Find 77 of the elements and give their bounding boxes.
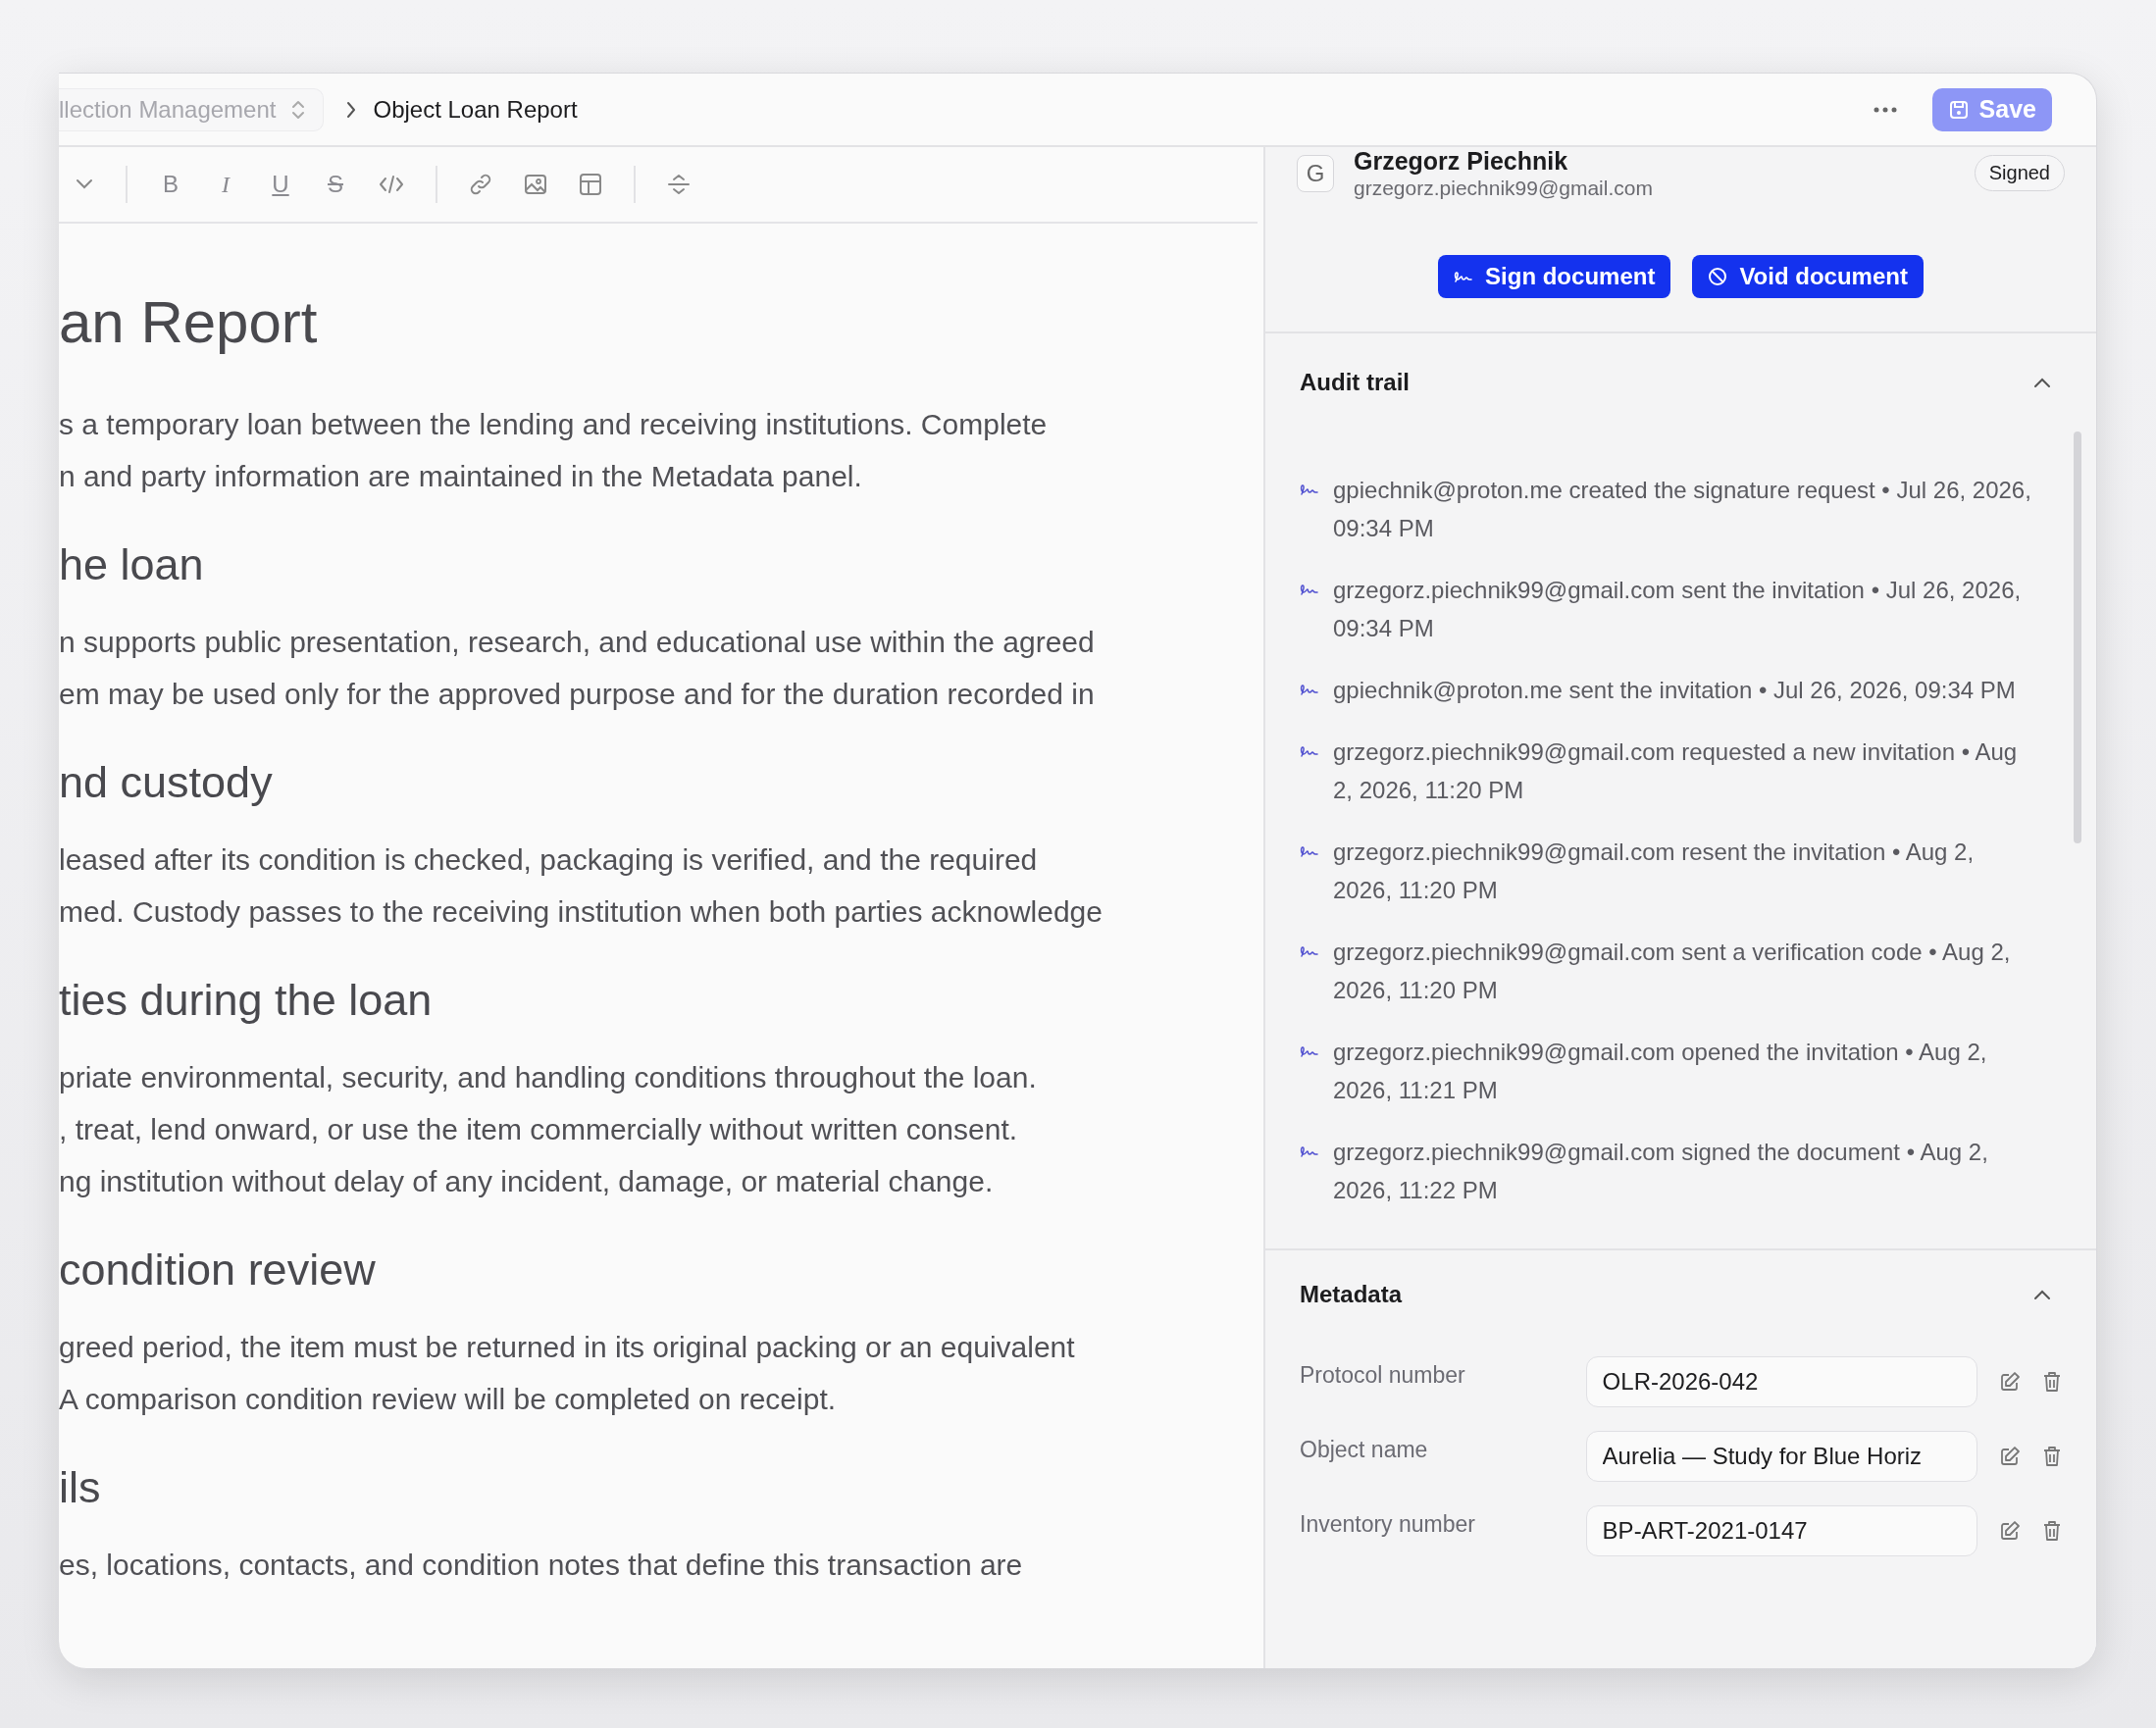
section-heading: ils bbox=[59, 1461, 102, 1514]
input-field[interactable]: OLR-2026-042 bbox=[1585, 1356, 1978, 1407]
paragraph-line: priate environmental, security, and handling conditions throughout the loan. bbox=[59, 1060, 1038, 1095]
edit-icon[interactable] bbox=[1999, 1520, 2022, 1542]
signature-icon bbox=[1300, 1144, 1319, 1158]
prohibited-icon bbox=[1708, 267, 1728, 286]
signature-icon bbox=[1300, 744, 1319, 758]
paragraph-line: med. Custody passes to the receiving institution when both parties acknowledge bbox=[59, 894, 1104, 930]
section-title: Metadata bbox=[1300, 1281, 1403, 1308]
chevron-icon[interactable] bbox=[2032, 377, 2052, 388]
audit-event: gpiechnik@proton.me created the signature request • Jul 26, 2026, 09:34 PM bbox=[1333, 476, 2032, 543]
format-button[interactable]: S bbox=[324, 171, 347, 198]
signature-icon bbox=[1300, 683, 1319, 696]
section-title: Audit trail bbox=[1300, 369, 1410, 396]
expand-vertical-icon[interactable] bbox=[667, 173, 691, 196]
section-heading: ties during the loan bbox=[59, 974, 434, 1027]
format-button[interactable]: B bbox=[159, 171, 182, 198]
breadcrumb-parent[interactable]: llection Management bbox=[59, 95, 277, 124]
signature-icon bbox=[1300, 944, 1319, 958]
image-icon[interactable] bbox=[524, 173, 547, 196]
paragraph-line: greed period, the item must be returned in its original packing or an equivalent bbox=[59, 1330, 1076, 1365]
action-button[interactable]: Void document bbox=[1692, 255, 1924, 298]
format-button[interactable]: I bbox=[214, 171, 237, 198]
signature-icon bbox=[1454, 270, 1474, 283]
audit-event: gpiechnik@proton.me sent the invitation • Jul 26, 2026, 09:34 PM bbox=[1333, 676, 2016, 705]
chevron-icon[interactable] bbox=[2032, 1289, 2052, 1300]
input-field[interactable]: Aurelia — Study for Blue Horiz bbox=[1585, 1431, 1978, 1482]
audit-event: grzegorz.piechnik99@gmail.com sent the invitation • Jul 26, 2026, 09:34 PM bbox=[1333, 576, 2023, 643]
format-button[interactable]: U bbox=[269, 171, 292, 198]
audit-event: grzegorz.piechnik99@gmail.com sent a verification code • Aug 2, 2026, 11:20 PM bbox=[1333, 938, 2012, 1005]
code-icon[interactable] bbox=[379, 175, 404, 194]
section-heading: he loan bbox=[59, 538, 205, 591]
field-label: Object name bbox=[1300, 1436, 1429, 1463]
audit-event: grzegorz.piechnik99@gmail.com signed the document • Aug 2, 2026, 11:22 PM bbox=[1333, 1138, 1989, 1205]
save-button[interactable]: Save bbox=[1931, 87, 2052, 131]
section-heading: nd custody bbox=[59, 756, 274, 809]
save-icon bbox=[1947, 98, 1970, 121]
chevron-down-icon[interactable] bbox=[75, 178, 94, 190]
field-label: Protocol number bbox=[1300, 1361, 1466, 1389]
field-label: Inventory number bbox=[1300, 1510, 1476, 1538]
table-icon[interactable] bbox=[579, 173, 602, 196]
signer-email: grzegorz.piechnik99@gmail.com bbox=[1354, 176, 1654, 201]
avatar-initial: G bbox=[1297, 155, 1334, 192]
signature-icon bbox=[1300, 844, 1319, 858]
paragraph-line: A comparison condition review will be completed on receipt. bbox=[59, 1382, 838, 1417]
delete-icon[interactable] bbox=[2042, 1446, 2062, 1467]
audit-event: grzegorz.piechnik99@gmail.com requested a new invitation • Aug 2, 2026, 11:20 PM bbox=[1333, 737, 2019, 805]
paragraph-line: es, locations, contacts, and condition notes that define this transaction are bbox=[59, 1548, 1024, 1583]
edit-icon[interactable] bbox=[1999, 1446, 2022, 1467]
breadcrumb-dropdown[interactable]: llection Management bbox=[59, 87, 325, 131]
edit-icon[interactable] bbox=[1999, 1371, 2022, 1393]
scrollbar-thumb[interactable] bbox=[2074, 432, 2081, 843]
audit-event: grzegorz.piechnik99@gmail.com opened the invitation • Aug 2, 2026, 11:21 PM bbox=[1333, 1038, 1988, 1105]
paragraph-line: n and party information are maintained in the Metadata panel. bbox=[59, 459, 863, 494]
paragraph-line: n supports public presentation, research, and educational use within the agreed bbox=[59, 625, 1096, 660]
paragraph-line: , treat, lend onward, or use the item commercially without written consent. bbox=[59, 1112, 1019, 1147]
signature-icon bbox=[1300, 1044, 1319, 1058]
input-field[interactable]: BP-ART-2021-0147 bbox=[1585, 1505, 1978, 1556]
audit-event: grzegorz.piechnik99@gmail.com resent the invitation • Aug 2, 2026, 11:20 PM bbox=[1333, 838, 1976, 905]
action-button[interactable]: Sign document bbox=[1438, 255, 1671, 298]
ellipsis-icon[interactable] bbox=[1873, 106, 1897, 113]
link-icon[interactable] bbox=[469, 173, 492, 196]
signature-icon bbox=[1300, 583, 1319, 596]
section-heading: condition review bbox=[59, 1244, 377, 1296]
signature-icon bbox=[1300, 483, 1319, 496]
paragraph-line: ng institution without delay of any incident, damage, or material change. bbox=[59, 1164, 995, 1199]
paragraph-line: s a temporary loan between the lending and receiving institutions. Complete bbox=[59, 407, 1049, 442]
delete-icon[interactable] bbox=[2042, 1520, 2062, 1542]
chevron-right-icon bbox=[345, 99, 358, 120]
chevron-updown-icon bbox=[291, 98, 306, 121]
paragraph-line: leased after its condition is checked, packaging is verified, and the required bbox=[59, 842, 1039, 878]
paragraph-line: em may be used only for the approved purpose and for the duration recorded in bbox=[59, 677, 1096, 712]
delete-icon[interactable] bbox=[2042, 1371, 2062, 1393]
breadcrumb-current: Object Loan Report bbox=[373, 95, 578, 124]
signer-name: Grzegorz Piechnik bbox=[1354, 147, 1569, 175]
document-title: an Report bbox=[59, 288, 319, 357]
status-badge: Signed bbox=[1974, 155, 2065, 191]
